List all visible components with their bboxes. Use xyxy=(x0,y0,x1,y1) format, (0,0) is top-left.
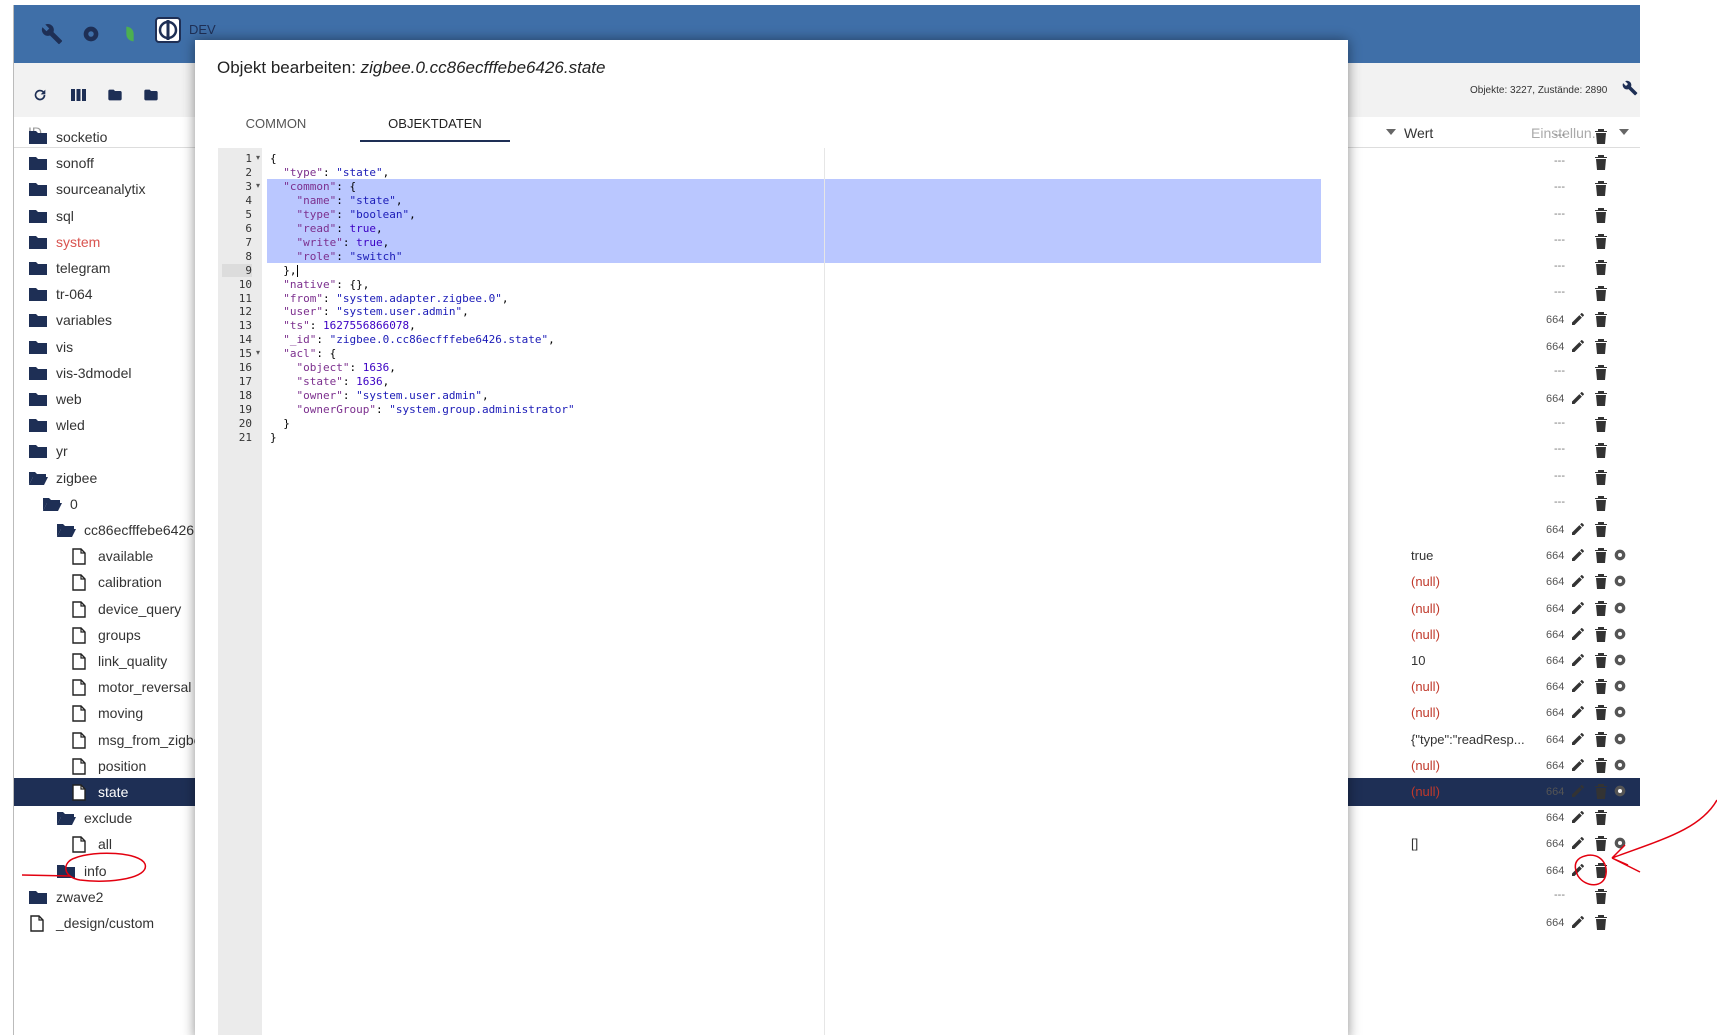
annotation-overlay xyxy=(21,799,1717,886)
annotation-arrow xyxy=(1611,799,1717,873)
annotation-circle-edit xyxy=(1574,854,1607,886)
annotation-circle-state xyxy=(65,852,146,882)
annotation-underline xyxy=(21,874,71,877)
